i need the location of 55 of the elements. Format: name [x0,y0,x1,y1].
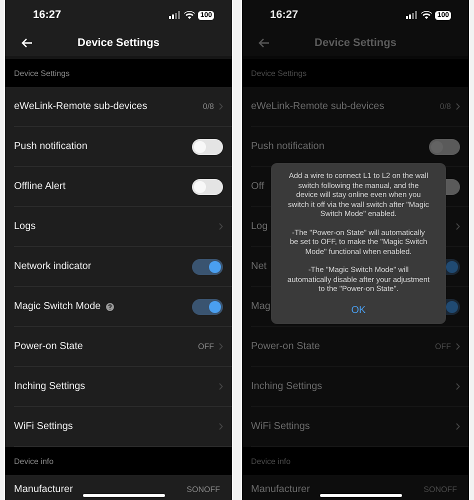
section-header: Device info [251,456,291,466]
setting-label: Mag [251,301,270,312]
toggle-switch[interactable] [429,138,460,154]
ok-button[interactable]: OK [341,302,376,324]
chevron-icon [456,103,460,110]
chevron-icon [456,383,460,390]
setting-label: WiFi Settings [251,421,310,432]
chevron-icon [219,223,223,230]
toggle-switch[interactable] [192,138,223,154]
setting-label: Offline Alert [14,181,66,192]
setting-label: Power-on State [251,341,320,352]
chevron-icon [219,343,223,350]
setting-label: Net [251,261,267,272]
wifi-icon [184,11,196,19]
status-time: 16:27 [33,9,62,21]
setting-label: Power-on State [14,341,83,352]
chevron-icon [456,223,460,230]
signal-icon [406,11,418,19]
toggle-switch[interactable] [192,178,223,194]
help-icon[interactable] [106,302,114,310]
setting-label: Inching Settings [14,381,86,392]
page-title: Device Settings [314,37,396,49]
chevron-icon [219,423,223,430]
setting-label: Push notification [14,141,88,152]
setting-value: SONOFF [424,484,457,494]
wifi-icon [421,11,432,19]
setting-label: Push notification [251,141,324,152]
setting-label: WiFi Settings [14,421,73,432]
setting-label: Inching Settings [251,381,322,392]
chevron-icon [456,423,460,430]
setting-value: OFF [198,342,214,351]
setting-label: eWeLink-Remote sub-devices [251,101,384,112]
section-header: Device info [14,456,54,466]
setting-label: eWeLink-Remote sub-devices [14,101,148,112]
signal-icon [169,11,182,19]
setting-label: Log [251,221,268,232]
setting-label: Logs [14,221,36,232]
chevron-icon [219,103,223,110]
chevron-icon [219,383,223,390]
setting-label: Off [251,181,264,192]
chevron-icon [456,343,460,350]
setting-value: 0/8 [440,102,451,111]
setting-value: OFF [435,342,451,351]
setting-label: Network indicator [14,261,92,272]
setting-label: Manufacturer [14,484,73,494]
setting-value: SONOFF [186,484,220,494]
toggle-switch[interactable] [192,298,223,314]
setting-value: 0/8 [202,102,214,111]
setting-label: Magic Switch Mode [14,301,101,312]
section-header: Device Settings [14,68,70,78]
section-header: Device Settings [251,68,307,78]
page-title: Device Settings [78,37,160,49]
toggle-switch[interactable] [192,258,223,274]
setting-label: Manufacturer [251,484,310,494]
status-time: 16:27 [270,9,298,21]
